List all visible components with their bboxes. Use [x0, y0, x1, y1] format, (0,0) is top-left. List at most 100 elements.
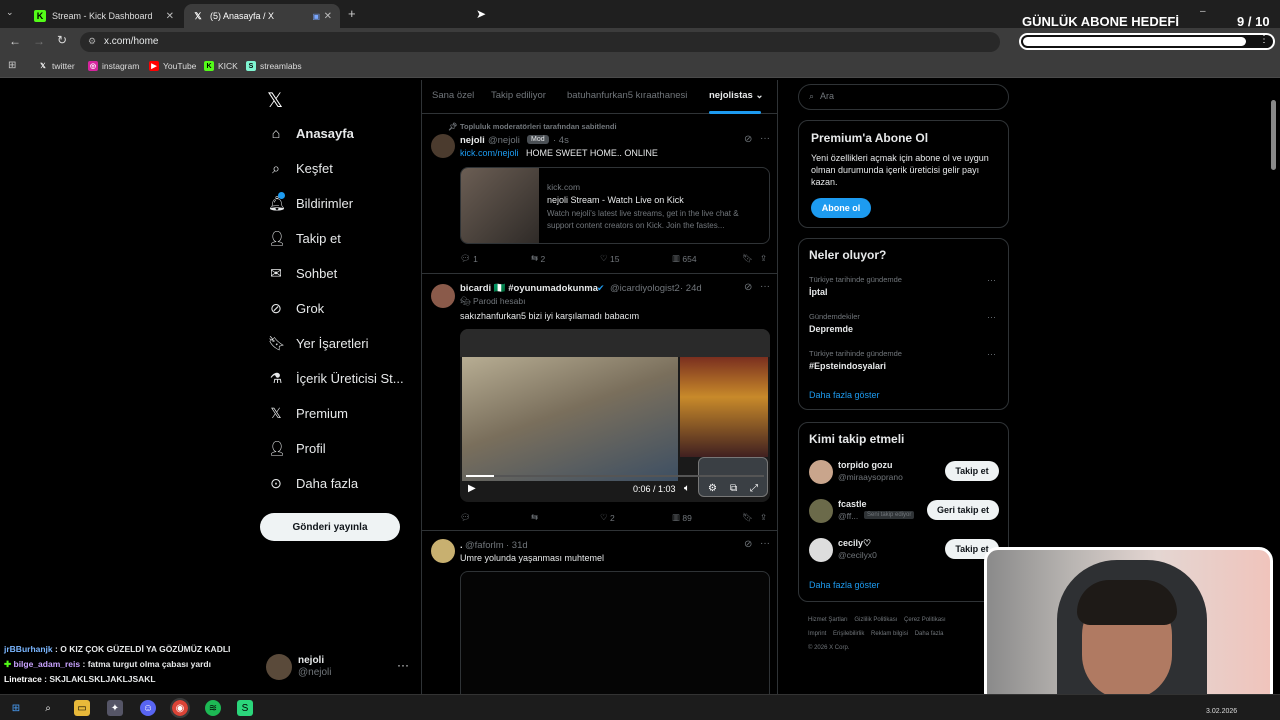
nav-explore[interactable]: ⌕ Keşfet	[268, 160, 333, 177]
video-progress-track[interactable]	[466, 475, 764, 477]
more-icon[interactable]: ···	[987, 312, 996, 322]
account-menu-icon[interactable]: ···	[397, 658, 409, 672]
nav-more[interactable]: ⊙ Daha fazla	[268, 475, 358, 492]
tab-kick-dashboard[interactable]: K Stream - Kick Dashboard ✕	[26, 4, 182, 28]
url-field[interactable]: ⚙ x.com/home	[80, 32, 1000, 52]
tweet-handle[interactable]: @nejoli	[488, 135, 520, 146]
avatar[interactable]	[431, 284, 455, 308]
follow-item[interactable]: cecily♡ @cecilyx0 Takip et	[809, 537, 1004, 563]
tweet-link[interactable]: kick.com/nejoli	[460, 148, 519, 158]
follow-back-button[interactable]: Geri takip et	[927, 500, 999, 520]
repost-button[interactable]: ⇆ 2	[531, 253, 545, 264]
tweet-author[interactable]: .	[460, 540, 463, 551]
more-icon[interactable]: ···	[987, 349, 996, 359]
close-icon[interactable]: ✕	[324, 11, 332, 22]
footer-link[interactable]: Imprint	[808, 631, 826, 637]
like-button[interactable]: ♡ 2	[600, 512, 615, 523]
discord-icon[interactable]: ☺	[140, 700, 156, 716]
back-icon[interactable]: ←	[9, 34, 21, 48]
spotify-icon[interactable]: ≋	[205, 700, 221, 716]
share-icon[interactable]: ⇪	[760, 253, 767, 264]
streamlabs-icon[interactable]: S	[237, 700, 253, 716]
reply-button[interactable]: 💬︎ 1	[460, 253, 478, 264]
show-more-link[interactable]: Daha fazla göster	[809, 390, 880, 400]
trend-item[interactable]: Gündemdekiler Depremde ···	[809, 312, 999, 340]
bookmark-kick[interactable]: K KICK	[204, 61, 238, 71]
scrollbar-thumb[interactable]	[1271, 100, 1276, 170]
nav-home[interactable]: ⌂ Anasayfa	[268, 125, 354, 141]
reload-icon[interactable]: ↻	[57, 33, 67, 47]
pip-icon[interactable]: ⧉	[730, 483, 737, 494]
nav-bookmarks[interactable]: 🔖︎ Yer İşaretleri	[268, 335, 369, 352]
tweet-author[interactable]: nejoli	[460, 135, 485, 146]
file-explorer-icon[interactable]: ▭	[74, 700, 90, 716]
fullscreen-icon[interactable]: ⤢	[750, 483, 758, 494]
tweet-media[interactable]	[460, 571, 770, 694]
apps-icon[interactable]: ⊞	[8, 60, 16, 71]
nav-follow[interactable]: 👤︎ Takip et	[268, 230, 341, 247]
post-button[interactable]: Gönderi yayınla	[260, 513, 400, 541]
volume-icon[interactable]: 🔈︎	[684, 483, 690, 494]
chrome-icon[interactable]: ◉	[170, 698, 190, 718]
tweet[interactable]: . @faforlm · 31d ⊘ ··· Umre yolunda yaşa…	[422, 531, 777, 694]
search-icon[interactable]: ⌕	[40, 700, 56, 716]
tab-community[interactable]: batuhanfurkan5 kıraathanesi	[567, 90, 687, 101]
views-button[interactable]: ▥ 89	[672, 512, 692, 523]
tab-nejolistas[interactable]: nejolistas ⌄	[709, 90, 763, 101]
nav-notifications[interactable]: 🔔︎ Bildirimler	[268, 192, 353, 212]
footer-link[interactable]: Gizlilik Politikası	[854, 617, 897, 623]
trend-item[interactable]: Türkiye tarihinde gündemde #Epsteindosya…	[809, 349, 999, 377]
play-icon[interactable]: ▶	[468, 483, 476, 494]
close-icon[interactable]: ✕	[166, 11, 174, 22]
subscribe-button[interactable]: Abone ol	[811, 198, 871, 218]
tweet[interactable]: bicardi 🇳🇬 #oyunumadokunma ✔ @icardiyolo…	[422, 274, 777, 531]
avatar[interactable]	[431, 134, 455, 158]
new-tab-icon[interactable]: +	[348, 6, 356, 21]
reply-icon[interactable]: 💬︎	[460, 512, 471, 523]
bookmark-icon[interactable]: 🔖︎	[742, 512, 753, 523]
media-icon[interactable]: ▣	[312, 12, 320, 21]
more-icon[interactable]: ···	[987, 275, 996, 285]
tweet-handle[interactable]: @icardiyologist2	[610, 283, 680, 294]
x-logo-icon[interactable]: 𝕏	[267, 88, 283, 113]
tab-for-you[interactable]: Sana özel	[432, 90, 474, 101]
avatar[interactable]	[431, 539, 455, 563]
nav-chat[interactable]: ✉ Sohbet	[268, 265, 337, 282]
bookmark-twitter[interactable]: 𝕏twitter	[38, 61, 75, 71]
settings-icon[interactable]: ⚙	[708, 483, 717, 494]
follow-item[interactable]: torpido gozu @miraaysoprano Takip et	[809, 459, 1004, 485]
nav-grok[interactable]: ⊘ Grok	[268, 300, 324, 317]
link-card[interactable]: kick.com nejoli Stream - Watch Live on K…	[460, 167, 770, 244]
tab-following[interactable]: Takip ediliyor	[491, 90, 546, 101]
bookmark-instagram[interactable]: ◎ instagram	[88, 61, 139, 71]
bookmark-youtube[interactable]: ▶ YouTube	[149, 61, 196, 71]
bookmark-streamlabs[interactable]: Sstreamlabs	[246, 61, 302, 71]
more-icon[interactable]: ···	[760, 133, 770, 144]
windows-start-icon[interactable]: ⊞	[8, 700, 24, 716]
nav-profile[interactable]: 👤︎ Profil	[268, 440, 326, 457]
nav-creator-studio[interactable]: ⚗ İçerik Üreticisi St...	[268, 370, 404, 387]
tab-x-home[interactable]: 𝕏 (5) Anasayfa / X ▣ ✕	[184, 4, 340, 28]
like-button[interactable]: ♡ 15	[600, 253, 619, 264]
forward-icon[interactable]: →	[33, 34, 45, 48]
search-input[interactable]: ⌕ Ara	[798, 84, 1009, 110]
tab-search-icon[interactable]: ⌄	[6, 7, 14, 18]
tweet[interactable]: 📌︎ Topluluk moderatörleri tarafından sab…	[422, 116, 777, 274]
video-player[interactable]: ▶ 0:06 / 1:03 🔈︎ ⚙ ⧉ ⤢	[460, 329, 770, 502]
grok-icon[interactable]: ⊘	[744, 282, 752, 293]
footer-link[interactable]: Hizmet Şartları	[808, 617, 848, 623]
follow-button[interactable]: Takip et	[945, 461, 999, 481]
footer-link[interactable]: Erişilebilirlik	[833, 631, 864, 637]
more-icon[interactable]: ···	[760, 538, 770, 549]
nav-premium[interactable]: 𝕏 Premium	[268, 405, 348, 422]
footer-link[interactable]: Daha fazla	[915, 631, 944, 637]
app-icon[interactable]: ✦	[107, 700, 123, 716]
views-button[interactable]: ▥ 654	[672, 253, 697, 264]
follow-item[interactable]: fcastle @ff... Seni takip ediyor Geri ta…	[809, 498, 1004, 524]
grok-icon[interactable]: ⊘	[744, 134, 752, 145]
minimize-icon[interactable]: –	[1200, 6, 1206, 17]
tweet-handle[interactable]: @faforlm	[465, 540, 504, 551]
share-icon[interactable]: ⇪	[760, 512, 767, 523]
more-icon[interactable]: ···	[760, 281, 770, 292]
trend-item[interactable]: Türkiye tarihinde gündemde İptal ···	[809, 275, 999, 303]
